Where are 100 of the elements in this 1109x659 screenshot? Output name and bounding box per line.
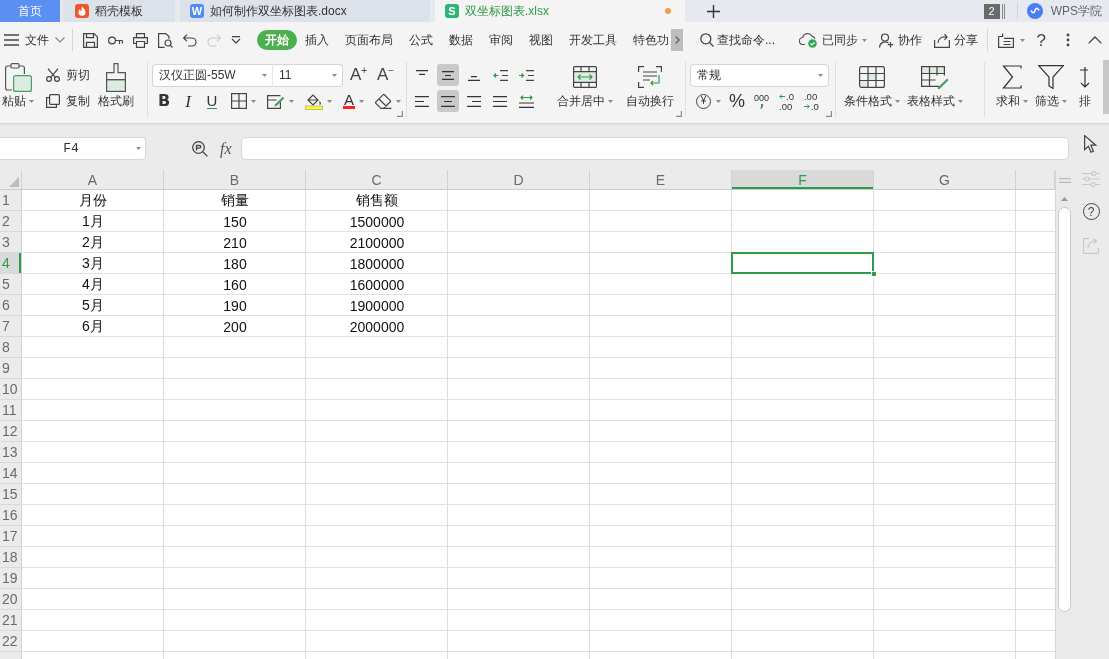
sort-button[interactable]: 排 — [1077, 62, 1093, 110]
share-button[interactable]: 分享 — [933, 28, 978, 52]
wrap-text-button[interactable]: 自动换行 — [623, 62, 677, 110]
column-header[interactable]: B — [164, 170, 306, 190]
row-header[interactable]: 6 — [0, 295, 22, 316]
row-header[interactable]: 14 — [0, 463, 22, 484]
row-header[interactable]: 9 — [0, 358, 22, 379]
row-header[interactable]: 7 — [0, 316, 22, 337]
row-header[interactable]: 15 — [0, 484, 22, 505]
column-header[interactable]: G — [874, 170, 1016, 190]
percent-button[interactable]: % — [729, 92, 745, 110]
logo-icon — [1026, 3, 1043, 19]
row-header[interactable]: 1 — [0, 190, 22, 211]
document-tab[interactable]: W 如何制作双坐标图表.docx — [180, 0, 430, 22]
sliders-icon — [1082, 171, 1100, 187]
increase-font-size-button[interactable]: A$^{+}$ — [350, 64, 370, 86]
caret-down-icon — [231, 36, 241, 44]
cut-button[interactable]: 剪切 — [46, 68, 90, 82]
row-header[interactable]: 2 — [0, 211, 22, 232]
row-header[interactable]: 16 — [0, 505, 22, 526]
active-cell[interactable] — [731, 252, 874, 274]
name-box[interactable]: F4 — [0, 137, 146, 160]
row-header[interactable]: 22 — [0, 631, 22, 652]
caret-down-icon — [332, 73, 337, 77]
account-name[interactable]: WPS学院 — [1050, 2, 1102, 20]
caret-down-icon — [895, 99, 900, 103]
sum-button[interactable]: 求和 — [996, 62, 1028, 110]
center-align-button[interactable] — [437, 90, 459, 112]
arrow-left-icon — [779, 93, 786, 99]
more-button[interactable] — [1066, 33, 1070, 47]
number-format-dropdown[interactable]: 常规 — [690, 63, 829, 87]
bold-button[interactable]: B — [152, 91, 176, 111]
ribbon-tab[interactable]: 开发工具 — [561, 30, 625, 50]
distribute-icon — [518, 94, 534, 108]
search-field[interactable]: 查找命令... — [700, 33, 779, 47]
help-button[interactable]: ? — [1036, 31, 1046, 49]
spreadsheet-cell-text: 1500000 — [348, 212, 406, 232]
scroll-tabs-button[interactable] — [671, 29, 683, 51]
merge-center-button[interactable]: 合并居中 — [553, 62, 617, 110]
underline-button[interactable]: U — [200, 91, 224, 111]
format-painter-button[interactable]: 格式刷 — [98, 62, 134, 110]
font-name-dropdown[interactable]: 汉仪正圆-55W — [152, 63, 273, 87]
italic-button[interactable]: I — [176, 91, 200, 111]
middle-align-button[interactable] — [437, 64, 459, 86]
caret-down-icon — [1062, 99, 1067, 103]
fill-handle[interactable] — [871, 271, 877, 277]
plus-icon — [707, 4, 720, 18]
ribbon-tab[interactable]: 页面布局 — [337, 30, 401, 50]
column-header[interactable]: A — [22, 170, 164, 190]
ribbon-tab[interactable]: 数据 — [441, 30, 481, 50]
collaborate-button[interactable]: 协作 — [878, 28, 922, 52]
spreadsheet-cell-text: 1月 — [81, 211, 105, 231]
ribbon-tab[interactable]: 公式 — [401, 30, 441, 50]
sync-status-button[interactable]: 已同步 — [798, 28, 867, 52]
row-header[interactable]: 8 — [0, 337, 22, 358]
window-count-badge[interactable]: 2 — [983, 3, 1006, 19]
paste-button[interactable]: 粘贴 — [0, 62, 36, 110]
spreadsheet-cell-text: 2月 — [81, 232, 105, 252]
row-header[interactable]: 3 — [0, 232, 22, 253]
decrease-font-size-button[interactable]: A$^{−}$ — [377, 64, 397, 86]
collapse-ribbon-button[interactable] — [1088, 36, 1102, 44]
ribbon-tab[interactable]: 特色功 — [625, 30, 671, 50]
decrease-decimal-button[interactable]: .00 .0 — [804, 91, 819, 111]
row-header[interactable]: 18 — [0, 547, 22, 568]
row-header[interactable]: 10 — [0, 379, 22, 400]
row-header[interactable]: 5 — [0, 274, 22, 295]
font-size-dropdown[interactable]: 11 — [273, 63, 343, 87]
ribbon-tab[interactable]: 视图 — [521, 30, 561, 50]
function-label[interactable]: fx — [220, 137, 232, 160]
row-header[interactable]: 13 — [0, 442, 22, 463]
copy-button[interactable]: 复制 — [46, 94, 90, 108]
merge-cells-icon — [573, 66, 597, 88]
filter-button[interactable]: 筛选 — [1035, 62, 1067, 110]
zoom-button[interactable] — [192, 141, 208, 157]
column-header[interactable]: D — [448, 170, 590, 190]
spreadsheet-cell-text: 1800000 — [348, 254, 406, 274]
file-menu-button[interactable]: 文件 — [4, 28, 65, 52]
formula-input[interactable] — [240, 137, 1069, 160]
justify-icon — [493, 95, 507, 107]
font-color-button[interactable]: A — [339, 91, 368, 111]
spreadsheet-cell-text: 5月 — [81, 295, 105, 315]
column-header[interactable]: C — [306, 170, 448, 190]
document-tab[interactable]: 稻壳模板 — [63, 0, 175, 22]
scrollbar-thumb[interactable] — [1058, 207, 1071, 612]
file-type-badge: W — [190, 4, 204, 18]
ribbon-tab[interactable]: 插入 — [297, 30, 337, 50]
select-tool-button[interactable] — [1084, 135, 1098, 153]
chevron-right-icon — [674, 36, 680, 44]
increase-decimal-button[interactable]: .0 .00 — [779, 91, 794, 111]
table-style-button[interactable]: 表格样式 — [907, 62, 963, 110]
thousands-separator-button[interactable]: 000 — [754, 92, 770, 110]
conditional-format-button[interactable]: 条件格式 — [844, 62, 900, 110]
row-header[interactable]: 19 — [0, 568, 22, 589]
row-header[interactable]: 21 — [0, 610, 22, 631]
column-header[interactable]: E — [590, 170, 732, 190]
row-header[interactable]: 11 — [0, 400, 22, 421]
row-header[interactable]: 20 — [0, 589, 22, 610]
row-header[interactable]: 12 — [0, 421, 22, 442]
ribbon-tab[interactable]: 审阅 — [481, 30, 521, 50]
row-header[interactable]: 17 — [0, 526, 22, 547]
